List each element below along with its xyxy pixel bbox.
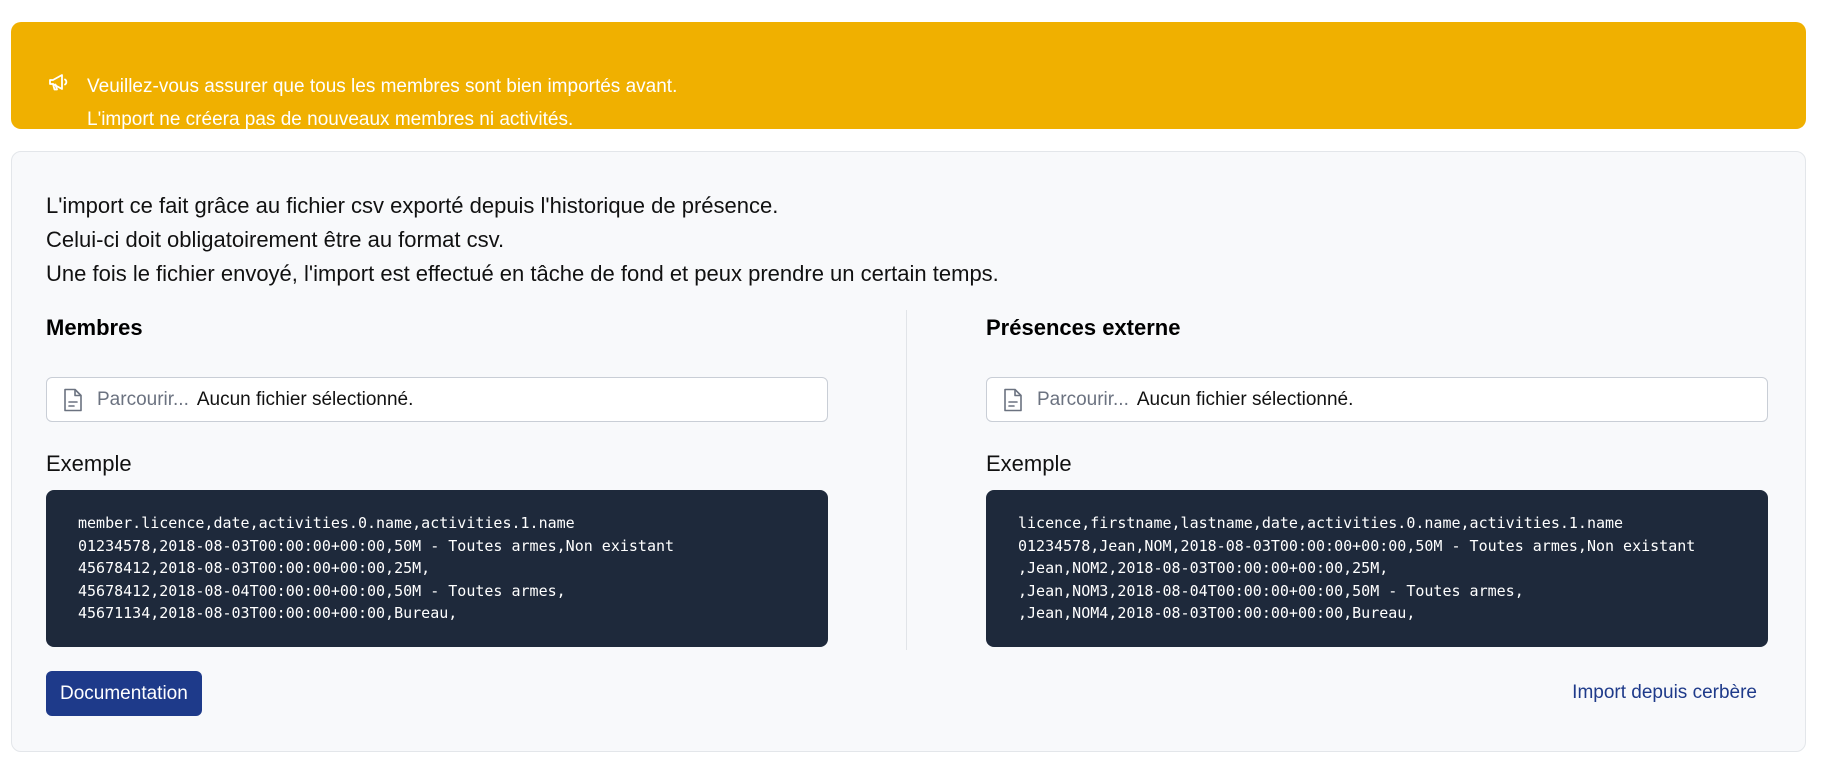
code-line: licence,firstname,lastname,date,activiti… [1018, 514, 1624, 532]
code-line: 45678412,2018-08-04T00:00:00+00:00,50M -… [78, 581, 566, 600]
code-line: member.licence,date,activities.0.name,ac… [78, 514, 575, 532]
code-line: 01234578,Jean,NOM,2018-08-03T00:00:00+00… [1018, 536, 1696, 555]
code-line: 01234578,2018-08-03T00:00:00+00:00,50M -… [78, 536, 675, 555]
intro-line-2: Celui-ci doit obligatoirement être au fo… [46, 227, 505, 252]
members-example-label: Exemple [46, 451, 132, 476]
alert-line-1: Veuillez-vous assurer que tous les membr… [87, 76, 678, 97]
code-line: ,Jean,NOM2,2018-08-03T00:00:00+00:00,25M… [1018, 559, 1389, 577]
import-cerbere-link[interactable]: Import depuis cerbère [1572, 682, 1757, 704]
external-code-example: licence,firstname,lastname,date,activiti… [986, 490, 1768, 647]
code-line: 45678412,2018-08-03T00:00:00+00:00,25M, [78, 559, 431, 577]
external-file-status: Aucun fichier sélectionné. [1136, 388, 1354, 410]
column-divider [906, 310, 907, 650]
members-code-example: member.licence,date,activities.0.name,ac… [46, 490, 828, 647]
intro-text: L'import ce fait grâce au fichier csv ex… [46, 189, 999, 291]
warning-alert: Veuillez-vous assurer que tous les membr… [11, 22, 1806, 130]
intro-line-1: L'import ce fait grâce au fichier csv ex… [46, 193, 779, 218]
file-icon [1003, 388, 1023, 412]
import-card: L'import ce fait grâce au fichier csv ex… [11, 151, 1806, 752]
documentation-button[interactable]: Documentation [46, 671, 202, 716]
file-icon [63, 388, 83, 412]
members-file-status: Aucun fichier sélectionné. [196, 388, 414, 410]
external-title: Présences externe [986, 315, 1181, 340]
code-line: ,Jean,NOM4,2018-08-03T00:00:00+00:00,Bur… [1018, 604, 1416, 622]
members-title: Membres [46, 315, 143, 340]
external-file-input[interactable]: Parcourir... Aucun fichier sélectionné. [986, 377, 1768, 422]
members-browse-label[interactable]: Parcourir... [97, 389, 189, 411]
alert-message: Veuillez-vous assurer que tous les membr… [87, 70, 677, 136]
code-line: 45671134,2018-08-03T00:00:00+00:00,Burea… [78, 604, 458, 622]
intro-line-3: Une fois le fichier envoyé, l'import est… [46, 261, 999, 286]
external-browse-label[interactable]: Parcourir... [1037, 389, 1129, 411]
page: Veuillez-vous assurer que tous les membr… [0, 0, 1821, 767]
megaphone-icon [47, 70, 71, 94]
code-line: ,Jean,NOM3,2018-08-04T00:00:00+00:00,50M… [1018, 581, 1524, 600]
alert-line-2: L'import ne créera pas de nouveaux membr… [87, 109, 574, 130]
external-example-label: Exemple [986, 451, 1072, 476]
members-file-input[interactable]: Parcourir... Aucun fichier sélectionné. [46, 377, 828, 422]
